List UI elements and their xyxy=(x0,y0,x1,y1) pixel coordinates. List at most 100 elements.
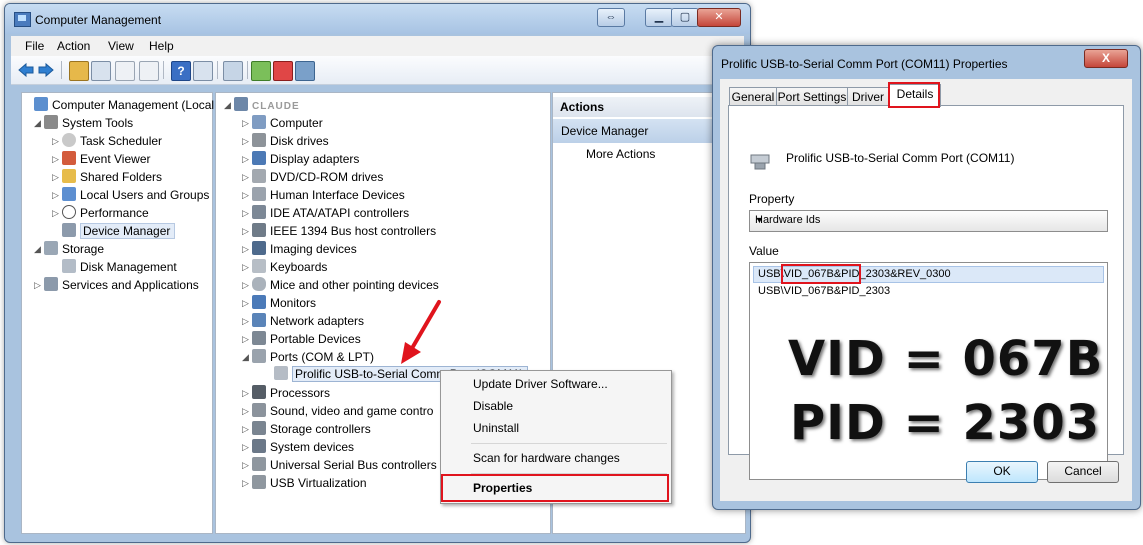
properties-highlight xyxy=(441,474,669,502)
title-bar[interactable]: Computer Management ⇔ ▁ ▢ ✕ xyxy=(5,4,750,34)
value-item[interactable]: USB\VID_067B&PID_2303 xyxy=(758,285,890,297)
pid-overlay-text: PID = 2303 xyxy=(790,395,1101,451)
tab-port-settings[interactable]: Port Settings xyxy=(776,87,848,106)
help-icon[interactable]: ? xyxy=(171,61,191,81)
portable-device-icon xyxy=(252,331,266,345)
close-button[interactable]: ✕ xyxy=(697,8,741,27)
menu-file[interactable]: File xyxy=(25,39,44,53)
scan-hardware-icon[interactable] xyxy=(223,61,243,81)
value-list: USB\VID_067B&PID_2303&REV_0300 USB\VID_0… xyxy=(749,262,1108,480)
performance-icon xyxy=(62,205,76,219)
device-category[interactable]: ▷ Display adapters xyxy=(242,151,359,167)
usb-icon xyxy=(252,475,266,489)
port-icon xyxy=(252,349,266,363)
export-list-icon[interactable] xyxy=(139,61,159,81)
up-folder-icon[interactable] xyxy=(69,61,89,81)
action-pane-icon[interactable] xyxy=(193,61,213,81)
device-category[interactable]: ▷ Human Interface Devices xyxy=(242,187,405,203)
mouse-icon xyxy=(252,277,266,291)
scan-hardware-menu-item[interactable]: Scan for hardware changes xyxy=(473,451,620,465)
device-category[interactable]: ▷ Imaging devices xyxy=(242,241,357,257)
restore-icon[interactable]: ⇔ xyxy=(597,8,625,27)
cancel-button[interactable]: Cancel xyxy=(1047,461,1119,483)
shared-folder-icon xyxy=(62,169,76,183)
menu-help[interactable]: Help xyxy=(149,39,174,53)
usb-icon xyxy=(252,457,266,471)
uninstall-menu-item[interactable]: Uninstall xyxy=(473,421,519,435)
event-viewer-icon xyxy=(62,151,76,165)
device-root[interactable]: ◢ CLAUDE xyxy=(224,97,300,115)
device-category[interactable]: ▷ Computer xyxy=(242,115,323,131)
computer-management-icon xyxy=(14,12,31,27)
computer-management-icon xyxy=(34,97,48,111)
tools-icon xyxy=(44,115,58,129)
tab-general[interactable]: General xyxy=(729,87,777,106)
back-icon[interactable] xyxy=(17,61,35,79)
tab-driver[interactable]: Driver xyxy=(847,87,889,106)
device-category[interactable]: ▷ Storage controllers xyxy=(242,421,371,437)
forward-icon[interactable] xyxy=(37,61,55,79)
device-category[interactable]: ▷ Sound, video and game contro xyxy=(242,403,433,419)
dialog-title: Prolific USB-to-Serial Comm Port (COM11)… xyxy=(721,57,1008,71)
tree-system-tools[interactable]: ◢ System Tools xyxy=(34,115,133,131)
device-category[interactable]: ▷ USB Virtualization xyxy=(242,475,367,491)
tree-local-users[interactable]: ▷ Local Users and Groups xyxy=(52,187,209,203)
device-category[interactable]: ▷ Network adapters xyxy=(242,313,364,329)
value-label: Value xyxy=(749,244,779,258)
uninstall-icon[interactable] xyxy=(273,61,293,81)
device-category[interactable]: ▷ Processors xyxy=(242,385,330,401)
tree-performance[interactable]: ▷ Performance xyxy=(52,205,149,221)
update-driver-menu-item[interactable]: Update Driver Software... xyxy=(473,377,608,391)
device-category[interactable]: ▷ DVD/CD-ROM drives xyxy=(242,169,383,185)
dialog-close-button[interactable]: X xyxy=(1084,49,1128,68)
device-category[interactable]: ▷ Portable Devices xyxy=(242,331,361,347)
tree-event-viewer[interactable]: ▷ Event Viewer xyxy=(52,151,150,167)
ieee1394-icon xyxy=(252,223,266,237)
tree-computer-management[interactable]: Computer Management (Local xyxy=(24,97,214,113)
hid-icon xyxy=(252,187,266,201)
vid-overlay-text: VID = 067B xyxy=(788,331,1104,387)
device-category-ports[interactable]: ◢ Ports (COM & LPT) xyxy=(242,349,374,365)
more-actions-link[interactable]: More Actions xyxy=(586,147,655,161)
ide-controller-icon xyxy=(252,205,266,219)
menu-action[interactable]: Action xyxy=(57,39,90,53)
device-category[interactable]: ▷ Disk drives xyxy=(242,133,329,149)
tree-shared-folders[interactable]: ▷ Shared Folders xyxy=(52,169,162,185)
maximize-button[interactable]: ▢ xyxy=(671,8,699,27)
device-category[interactable]: ▷ Monitors xyxy=(242,295,316,311)
device-category[interactable]: ▷ Mice and other pointing devices xyxy=(242,277,439,293)
tree-task-scheduler[interactable]: ▷ Task Scheduler xyxy=(52,133,162,149)
tree-device-manager[interactable]: Device Manager xyxy=(52,223,176,239)
device-category[interactable]: ▷ Universal Serial Bus controllers xyxy=(242,457,437,473)
device-category[interactable]: ▷ IDE ATA/ATAPI controllers xyxy=(242,205,409,221)
storage-icon xyxy=(44,241,58,255)
properties-sheet-icon[interactable] xyxy=(115,61,135,81)
menu-view[interactable]: View xyxy=(108,39,134,53)
disable-menu-item[interactable]: Disable xyxy=(473,399,513,413)
ok-button[interactable]: OK xyxy=(966,461,1038,483)
device-category[interactable]: ▷ System devices xyxy=(242,439,354,455)
show-hide-tree-icon[interactable] xyxy=(91,61,111,81)
toolbar: ? xyxy=(11,56,744,85)
tree-disk-management[interactable]: Disk Management xyxy=(52,259,177,275)
network-adapter-icon xyxy=(252,313,266,327)
device-category[interactable]: ▷ Keyboards xyxy=(242,259,327,275)
camera-icon xyxy=(252,241,266,255)
update-driver-icon[interactable] xyxy=(251,61,271,81)
sound-icon xyxy=(252,403,266,417)
disable-device-icon[interactable] xyxy=(295,61,315,81)
tree-storage[interactable]: ◢ Storage xyxy=(34,241,104,257)
property-label: Property xyxy=(749,192,795,206)
disk-drive-icon xyxy=(252,133,266,147)
disk-icon xyxy=(62,259,76,273)
monitor-icon xyxy=(252,295,266,309)
keyboard-icon xyxy=(252,259,266,273)
window-title: Computer Management xyxy=(35,13,162,27)
tree-services-applications[interactable]: ▷ Services and Applications xyxy=(34,277,199,293)
property-dropdown[interactable]: Hardware Ids ▼ xyxy=(749,210,1108,232)
device-category[interactable]: ▷ IEEE 1394 Bus host controllers xyxy=(242,223,436,239)
display-adapter-icon xyxy=(252,151,266,165)
device-name: Prolific USB-to-Serial Comm Port (COM11) xyxy=(786,151,1015,165)
serial-port-icon xyxy=(750,154,770,170)
minimize-button[interactable]: ▁ xyxy=(645,8,673,27)
